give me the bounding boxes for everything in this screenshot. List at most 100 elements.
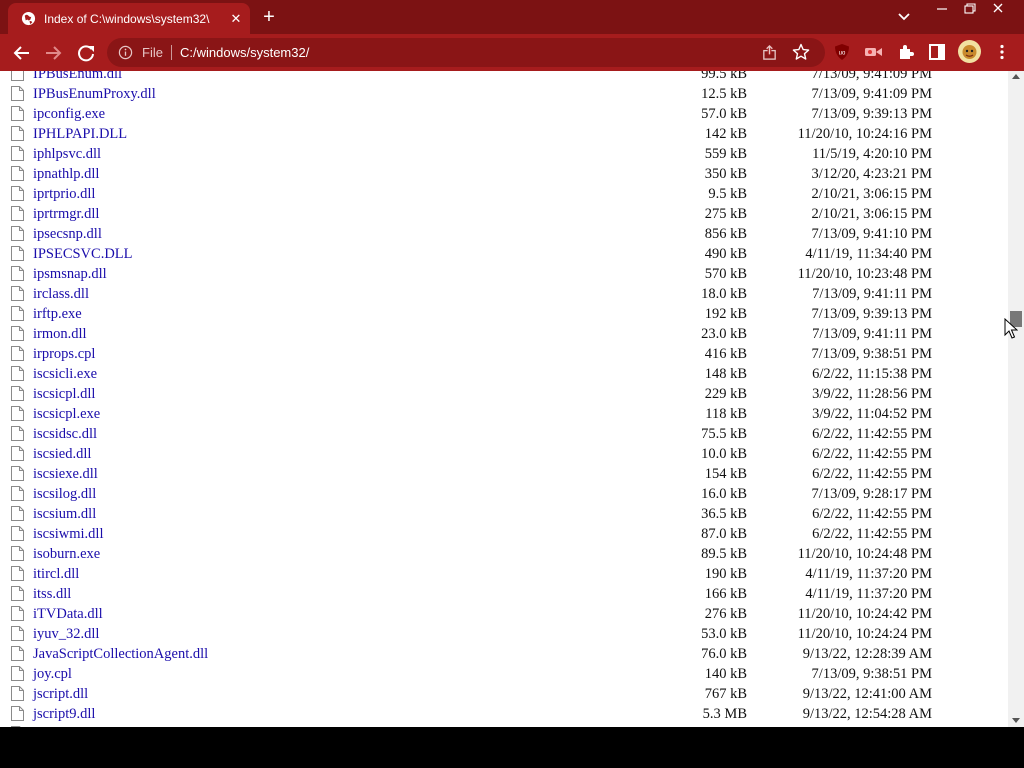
new-tab-button[interactable]: + [258,6,280,28]
file-link[interactable]: IPSECSVC.DLL [33,244,133,264]
file-size: 5.3 MB [702,706,747,722]
file-icon [11,486,24,501]
file-link[interactable]: IPBusEnum.dll [33,71,122,84]
file-date-modified: 7/13/09, 9:39:13 PM [811,106,932,122]
file-row: JavaScriptCollectionAgent.dll 76.0 kB 9/13… [0,644,1008,664]
file-link[interactable]: jscript9.dll [33,704,95,724]
file-link[interactable]: irclass.dll [33,284,89,304]
file-link[interactable]: iscsicli.exe [33,364,97,384]
file-date-modified: 3/9/22, 11:28:56 PM [812,386,932,402]
file-date-modified: 9/13/22, 12:54:28 AM [802,706,932,722]
file-link[interactable]: irftp.exe [33,304,82,324]
file-date-modified: 7/13/09, 9:41:10 PM [811,226,932,242]
file-icon [11,646,24,661]
file-link[interactable]: iprtprio.dll [33,184,95,204]
url-text[interactable]: C:/windows/system32/ [180,45,309,60]
file-link[interactable]: ipnathlp.dll [33,164,99,184]
directory-listing: IPBusEnum.dll 99.5 kB 7/13/09, 9:41:09 PM I… [0,71,1008,727]
file-row: iscsiwmi.dll 87.0 kB 6/2/22, 11:42:55 PM [0,524,1008,544]
file-row: ipsmsnap.dll 570 kB 11/20/10, 10:23:48 PM [0,264,1008,284]
file-row: irmon.dll 23.0 kB 7/13/09, 9:41:11 PM [0,324,1008,344]
profile-avatar[interactable] [958,40,981,63]
file-size: 229 kB [704,386,747,402]
file-row: IPBusEnum.dll 99.5 kB 7/13/09, 9:41:09 PM [0,71,1008,84]
side-panel-icon[interactable] [928,43,946,61]
file-row: ipnathlp.dll 350 kB 3/12/20, 4:23:21 PM [0,164,1008,184]
file-link[interactable]: iscsiexe.dll [33,464,98,484]
kebab-menu-icon[interactable] [994,43,1010,61]
file-date-modified: 11/20/10, 10:24:48 PM [797,546,932,562]
file-date-modified: 6/2/22, 11:42:55 PM [812,446,932,462]
file-date-modified: 2/10/21, 3:06:15 PM [811,206,932,222]
file-size: 154 kB [704,466,747,482]
file-link[interactable]: iscsicpl.exe [33,404,100,424]
file-link[interactable]: iphlpsvc.dll [33,144,101,164]
file-row: iscsiexe.dll 154 kB 6/2/22, 11:42:55 PM [0,464,1008,484]
file-size: 16.0 kB [701,486,747,502]
tab-close-icon[interactable]: ✕ [227,10,245,28]
file-link[interactable]: IPBusEnumProxy.dll [33,84,156,104]
file-link[interactable]: ipconfig.exe [33,104,105,124]
file-link[interactable]: iscsilog.dll [33,484,96,504]
back-arrow-icon[interactable] [9,40,35,66]
file-icon [11,126,24,141]
file-size: 10.0 kB [701,446,747,462]
file-icon [11,606,24,621]
svg-text:uo: uo [839,51,846,57]
file-size: 350 kB [704,166,747,182]
file-link[interactable]: isoburn.exe [33,544,100,564]
file-link[interactable]: iscsidsc.dll [33,424,97,444]
file-link[interactable]: joy.cpl [33,664,72,684]
scroll-up-arrow-icon[interactable] [1012,74,1020,79]
file-size: 148 kB [704,366,747,382]
forward-arrow-icon[interactable] [40,40,66,66]
file-date-modified: 4/11/19, 11:37:20 PM [805,586,932,602]
address-bar[interactable]: File C:/windows/system32/ [107,38,825,67]
file-link[interactable]: irmon.dll [33,324,87,344]
file-link[interactable]: JavaScriptCollectionAgent.dll [33,644,208,664]
file-date-modified: 3/12/20, 4:23:21 PM [811,166,932,182]
reload-icon[interactable] [73,40,99,66]
file-link[interactable]: jscript.dll [33,684,88,704]
file-link[interactable]: IPHLPAPI.DLL [33,124,127,144]
file-icon [11,546,24,561]
share-icon[interactable] [761,44,778,61]
file-link[interactable]: iscsium.dll [33,504,96,524]
file-row: joy.cpl 140 kB 7/13/09, 9:38:51 PM [0,664,1008,684]
file-link[interactable]: iTVData.dll [33,604,103,624]
file-row: iscsilog.dll 16.0 kB 7/13/09, 9:28:17 PM [0,484,1008,504]
file-icon [11,586,24,601]
file-link[interactable]: ipsecsnp.dll [33,224,102,244]
scroll-down-arrow-icon[interactable] [1012,718,1020,723]
file-link[interactable]: iprtrmgr.dll [33,204,99,224]
window-close-button[interactable] [981,0,1015,18]
file-icon [11,366,24,381]
file-link[interactable]: iscsicpl.dll [33,384,95,404]
file-icon [11,686,24,701]
file-link[interactable]: ipsmsnap.dll [33,264,107,284]
file-date-modified: 6/2/22, 11:42:55 PM [812,466,932,482]
file-link[interactable]: itss.dll [33,584,71,604]
record-extension-icon[interactable] [863,43,883,61]
file-date-modified: 7/13/09, 9:41:09 PM [811,71,932,82]
active-tab[interactable]: Index of C:\windows\system32\ ✕ [8,3,250,34]
file-row: iscsicli.exe 148 kB 6/2/22, 11:15:38 PM [0,364,1008,384]
file-icon [11,466,24,481]
file-link[interactable]: iscsiwmi.dll [33,524,104,544]
ublock-origin-icon[interactable]: uo [833,43,851,61]
file-link[interactable]: itircl.dll [33,564,79,584]
file-icon [11,566,24,581]
file-date-modified: 7/13/09, 9:41:09 PM [811,86,932,102]
file-link[interactable]: irprops.cpl [33,344,95,364]
file-link[interactable]: iscsied.dll [33,444,91,464]
file-date-modified: 7/13/09, 9:41:11 PM [812,326,932,342]
file-link[interactable]: iyuv_32.dll [33,624,99,644]
tab-search-chevron-down-icon[interactable] [894,8,914,26]
file-icon [11,146,24,161]
file-icon [11,506,24,521]
puzzle-extensions-icon[interactable] [897,43,915,61]
file-size: 9.5 kB [708,186,747,202]
vertical-scrollbar[interactable] [1008,71,1024,727]
star-icon[interactable] [792,43,810,61]
info-icon[interactable] [118,45,133,60]
